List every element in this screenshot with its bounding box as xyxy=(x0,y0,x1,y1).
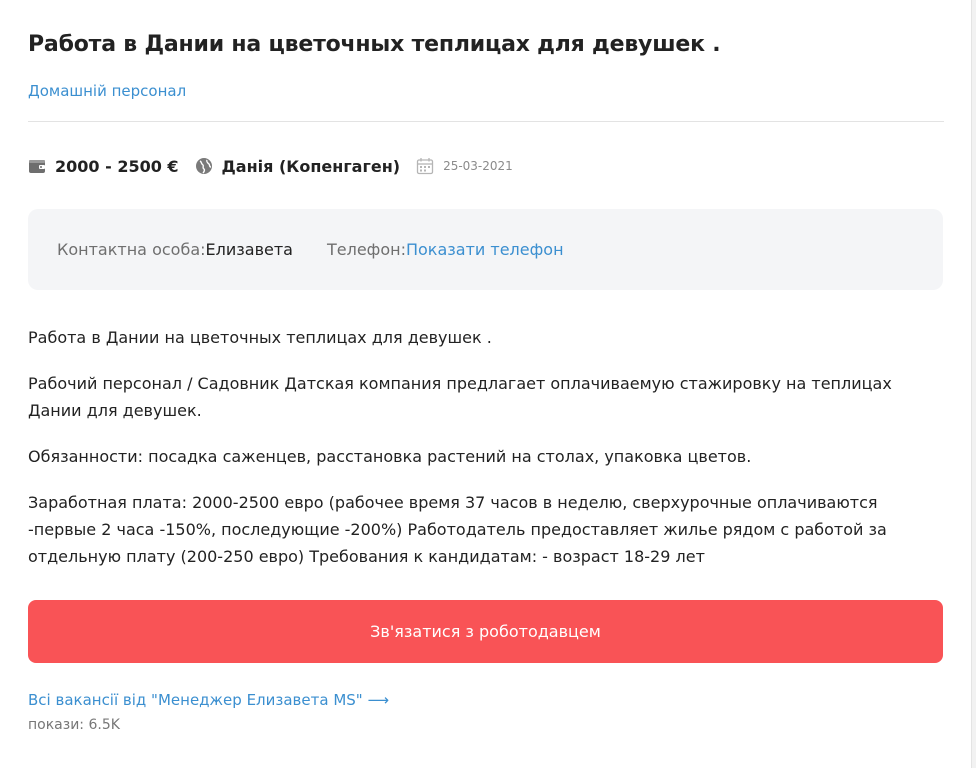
posted-date: 25-03-2021 xyxy=(443,159,513,173)
views-count: покази: 6.5K xyxy=(28,717,120,733)
job-description: Работа в Дании на цветочных теплицах для… xyxy=(28,324,928,589)
contact-info-box: Контактна особа: Елизавета Телефон: Пока… xyxy=(28,209,943,290)
job-title: Работа в Дании на цветочных теплицах для… xyxy=(28,32,721,57)
calendar-icon xyxy=(416,158,434,175)
description-paragraph: Заработная плата: 2000-2500 евро (рабоче… xyxy=(28,493,887,566)
phone-label: Телефон: xyxy=(326,240,406,259)
header-divider xyxy=(28,121,944,122)
globe-icon xyxy=(195,158,212,174)
description-paragraph: Рабочий персонал / Садовник Датская комп… xyxy=(28,374,892,420)
category-link[interactable]: Домашній персонал xyxy=(28,82,186,100)
show-phone-link[interactable]: Показати телефон xyxy=(406,240,564,259)
salary-value: 2000 - 2500 € xyxy=(55,156,179,176)
job-card: Работа в Дании на цветочных теплицах для… xyxy=(0,0,972,768)
description-paragraph: Работа в Дании на цветочных теплицах для… xyxy=(28,328,492,347)
contact-person-name: Елизавета xyxy=(205,240,293,259)
location-value: Данія (Копенгаген) xyxy=(221,156,401,176)
contact-person-label: Контактна особа: xyxy=(57,240,206,259)
wallet-icon xyxy=(29,160,45,173)
all-vacancies-link[interactable]: Всі вакансії від "Менеджер Елизавета MS"… xyxy=(28,691,389,709)
job-meta-row: 2000 - 2500 € Данія (Копенгаген) 25-03-2… xyxy=(28,154,513,178)
contact-employer-button[interactable]: Зв'язатися з роботодавцем xyxy=(28,600,943,663)
description-paragraph: Обязанности: посадка саженцев, расстанов… xyxy=(28,447,752,466)
